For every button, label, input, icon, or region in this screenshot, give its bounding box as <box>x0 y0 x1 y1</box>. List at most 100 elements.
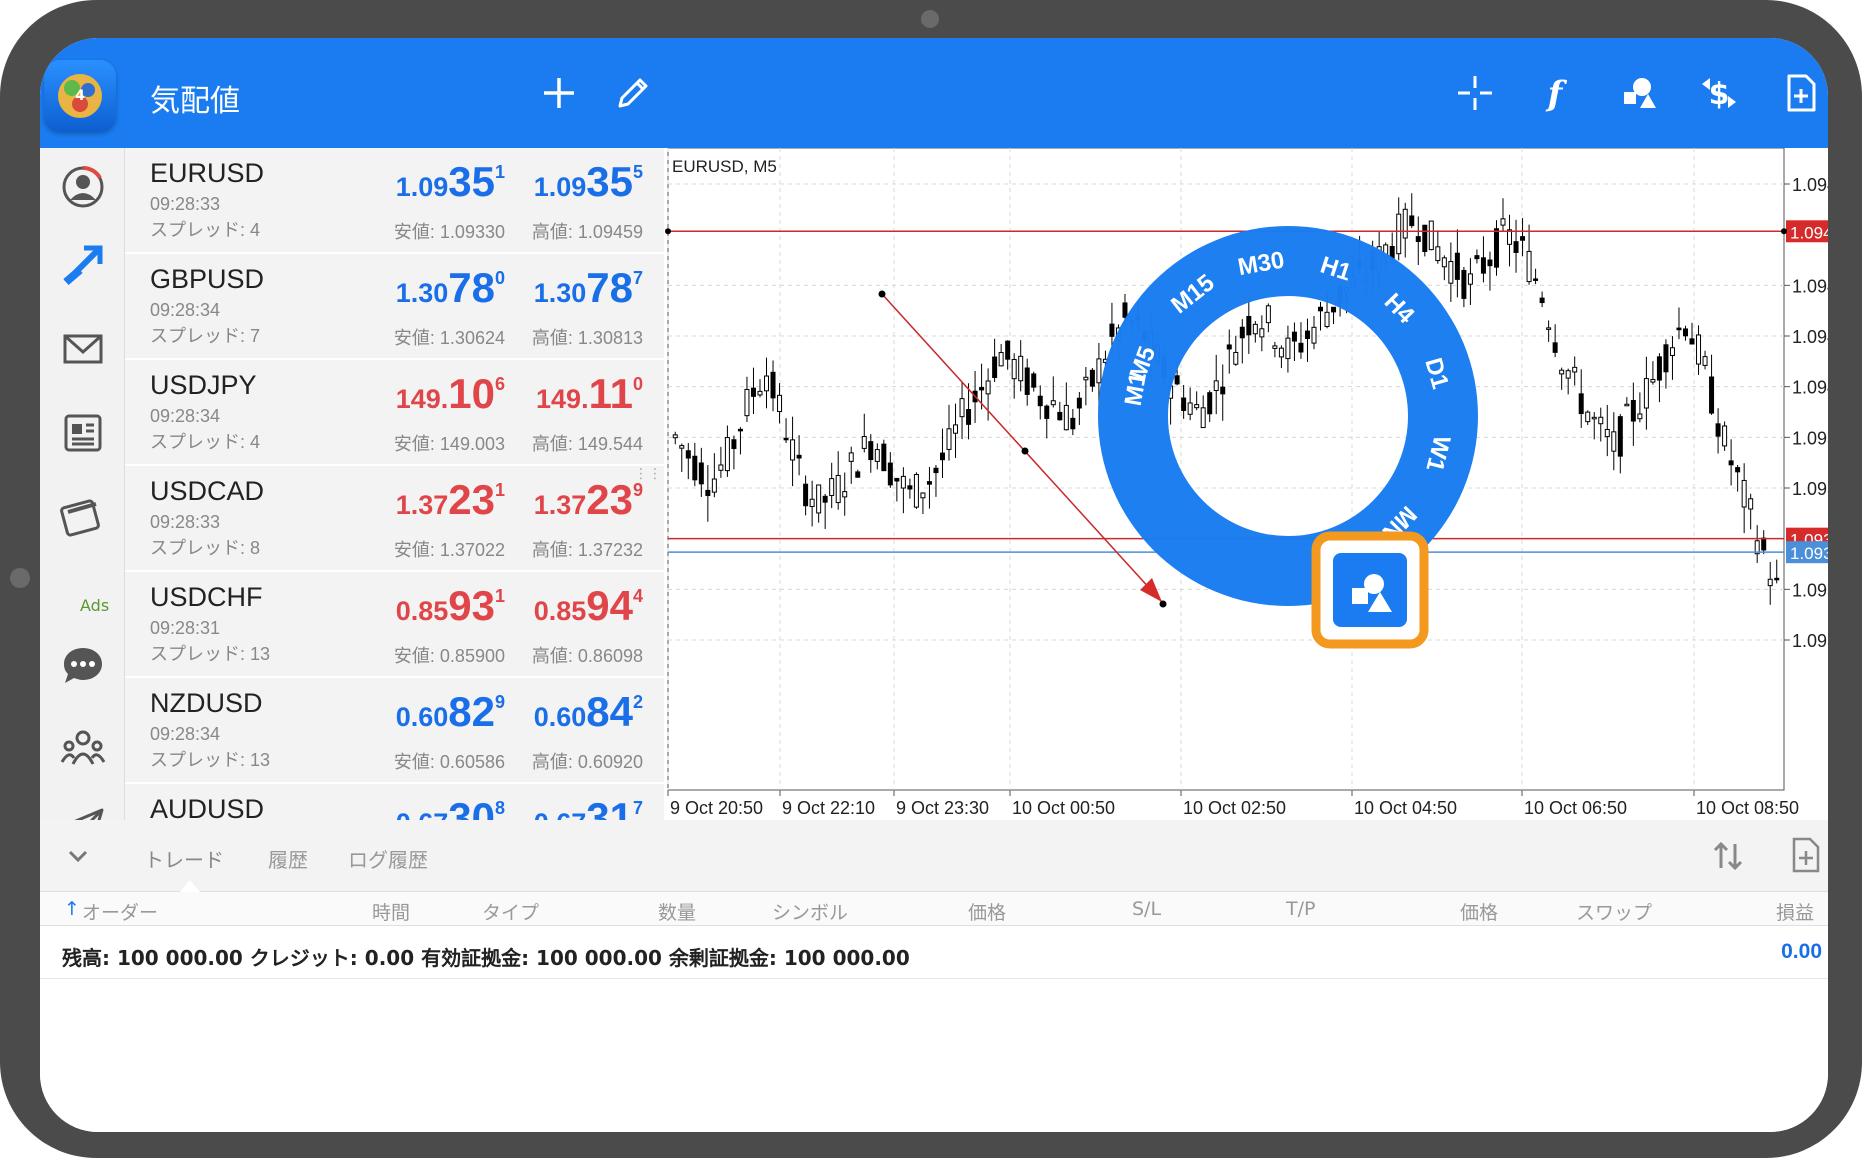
chat-icon[interactable] <box>60 642 106 688</box>
candle-body <box>855 471 861 478</box>
camera-dot <box>921 10 939 28</box>
resize-handle-icon[interactable]: ⋮⋮ <box>634 467 662 481</box>
quote-row-gbpusd[interactable]: GBPUSD 09:28:34 スプレッド: 7 1.30780 1.30787 安値: … <box>125 254 664 360</box>
hline-anchor <box>665 228 671 235</box>
ask-price-pips: 94 <box>586 582 633 629</box>
candle-body <box>672 434 678 439</box>
candle-body <box>822 495 828 503</box>
quote-row-audusd[interactable]: AUDUSD0.673080.67317 <box>125 784 664 820</box>
candle-body <box>920 492 926 499</box>
chart-nav-icon[interactable] <box>60 242 106 288</box>
candle-body <box>861 436 867 449</box>
y-tick-label: 1.09340 <box>1792 580 1828 600</box>
candle-body <box>764 375 770 392</box>
x-tick-label: 9 Oct 23:30 <box>896 798 989 818</box>
bid-price-pips: 23 <box>448 476 495 523</box>
bid-price-point: 1 <box>494 162 505 182</box>
symbol-name: NZDUSD <box>150 688 263 718</box>
col-profit[interactable]: 損益 <box>1776 898 1814 925</box>
ask-price-pips: 84 <box>586 688 633 735</box>
quotes-list: EURUSD 09:28:33 スプレッド: 4 1.09351 1.09355 安値: … <box>125 148 665 820</box>
col-swap[interactable]: スワップ <box>1576 898 1652 925</box>
spread: スプレッド: 13 <box>150 750 271 770</box>
new-order-panel-icon[interactable] <box>1788 836 1824 874</box>
col-type[interactable]: タイプ <box>482 898 539 925</box>
quote-row-eurusd[interactable]: EURUSD 09:28:33 スプレッド: 4 1.09351 1.09355 安値: … <box>125 148 664 254</box>
quote-row-usdcad[interactable]: USDCAD 09:28:33 スプレッド: 8 1.37231 1.37239 安値: … <box>125 466 664 572</box>
ask-price-point: 4 <box>632 586 643 606</box>
candle-body <box>946 428 952 450</box>
col-tp[interactable]: T/P <box>1286 898 1315 920</box>
col-time[interactable]: 時間 <box>372 898 410 925</box>
candle-body <box>724 437 730 472</box>
ask-price-pips: 35 <box>586 158 633 205</box>
col-order[interactable]: オーダー <box>82 898 158 925</box>
quote-row-usdjpy[interactable]: USDJPY 09:28:34 スプレッド: 4 149.106 149.110 安値: … <box>125 360 664 466</box>
price-chart[interactable]: 1.09460 1.09430 1.09415 1.09400 1.09385 1.093… <box>664 147 1828 820</box>
candle-body <box>698 462 704 485</box>
trade-icon[interactable]: $ <box>1698 72 1740 114</box>
candle-body <box>926 481 932 485</box>
bid-price: 0.60829 <box>396 688 505 736</box>
candle-body <box>1650 378 1656 383</box>
candle-body <box>1285 337 1291 360</box>
quote-row-nzdusd[interactable]: NZDUSD 09:28:34 スプレッド: 13 0.60829 0.60842 安値:… <box>125 678 664 784</box>
low-price: 安値: 1.37022 <box>393 540 505 560</box>
candle-body <box>953 424 959 434</box>
ads-calendar-icon[interactable] <box>60 494 106 540</box>
bid-price: 1.09351 <box>396 158 505 206</box>
col-volume[interactable]: 数量 <box>658 898 696 925</box>
ask-price-prefix: 1.09 <box>533 172 587 202</box>
candle-body <box>816 484 822 514</box>
candle-body <box>685 450 691 459</box>
y-tick-label: 1.09430 <box>1792 276 1828 296</box>
sort-icon[interactable] <box>1710 838 1746 874</box>
candle-body <box>1761 537 1767 551</box>
collapse-chevron-icon[interactable] <box>64 842 92 870</box>
quote-time: 09:28:34 <box>150 406 221 426</box>
candle-body <box>1441 257 1447 268</box>
ads-label: Ads <box>80 596 110 615</box>
candle-body <box>1663 344 1669 373</box>
col-sl[interactable]: S/L <box>1132 898 1161 920</box>
add-icon[interactable] <box>538 72 580 114</box>
chart-area[interactable]: 1.09460 1.09430 1.09415 1.09400 1.09385 1.093… <box>664 147 1828 820</box>
candle-body <box>1298 342 1304 353</box>
tab-trade[interactable]: トレード <box>144 844 224 873</box>
ask-price-point: 7 <box>632 268 643 288</box>
candle-body <box>1539 297 1545 304</box>
col-price-current[interactable]: 価格 <box>1460 898 1498 925</box>
tab-history[interactable]: 履歴 <box>268 844 308 873</box>
candle-body <box>731 439 737 450</box>
y-tick-label: 1.09370 <box>1792 479 1828 499</box>
candle-body <box>777 394 783 413</box>
candle-body <box>1709 376 1715 414</box>
tab-log-history[interactable]: ログ履歴 <box>348 844 428 873</box>
timeframe-m1[interactable]: M1 <box>1120 370 1152 408</box>
ask-price-point: 7 <box>632 798 643 818</box>
col-price[interactable]: 価格 <box>968 898 1006 925</box>
crosshair-icon[interactable] <box>1454 72 1496 114</box>
arrow-anchor <box>878 290 886 298</box>
ask-price-point: 5 <box>632 162 643 182</box>
mt4-logo-icon[interactable]: 4 <box>44 60 116 132</box>
community-icon[interactable] <box>60 726 106 772</box>
bid-price: 149.106 <box>396 370 505 418</box>
candle-body <box>1311 326 1317 344</box>
quote-row-usdchf[interactable]: USDCHF 09:28:31 スプレッド: 13 0.85931 0.85944 安値:… <box>125 572 664 678</box>
new-order-icon[interactable] <box>1780 72 1822 114</box>
news-icon[interactable] <box>60 410 106 456</box>
candle-body <box>985 380 991 395</box>
quotes-nav-icon[interactable] <box>60 164 106 210</box>
pencil-icon[interactable] <box>612 72 654 114</box>
candle-body <box>1591 416 1597 420</box>
col-symbol[interactable]: シンボル <box>772 898 848 925</box>
x-tick-label: 10 Oct 06:50 <box>1524 798 1627 818</box>
candle-body <box>992 356 998 379</box>
candle-body <box>1604 428 1610 438</box>
candle-body <box>1474 255 1480 260</box>
objects-icon[interactable] <box>1618 72 1660 114</box>
mail-icon[interactable] <box>60 326 106 372</box>
function-icon[interactable]: f <box>1534 72 1576 114</box>
top-bar: 4 気配値 f $ <box>40 38 1828 148</box>
